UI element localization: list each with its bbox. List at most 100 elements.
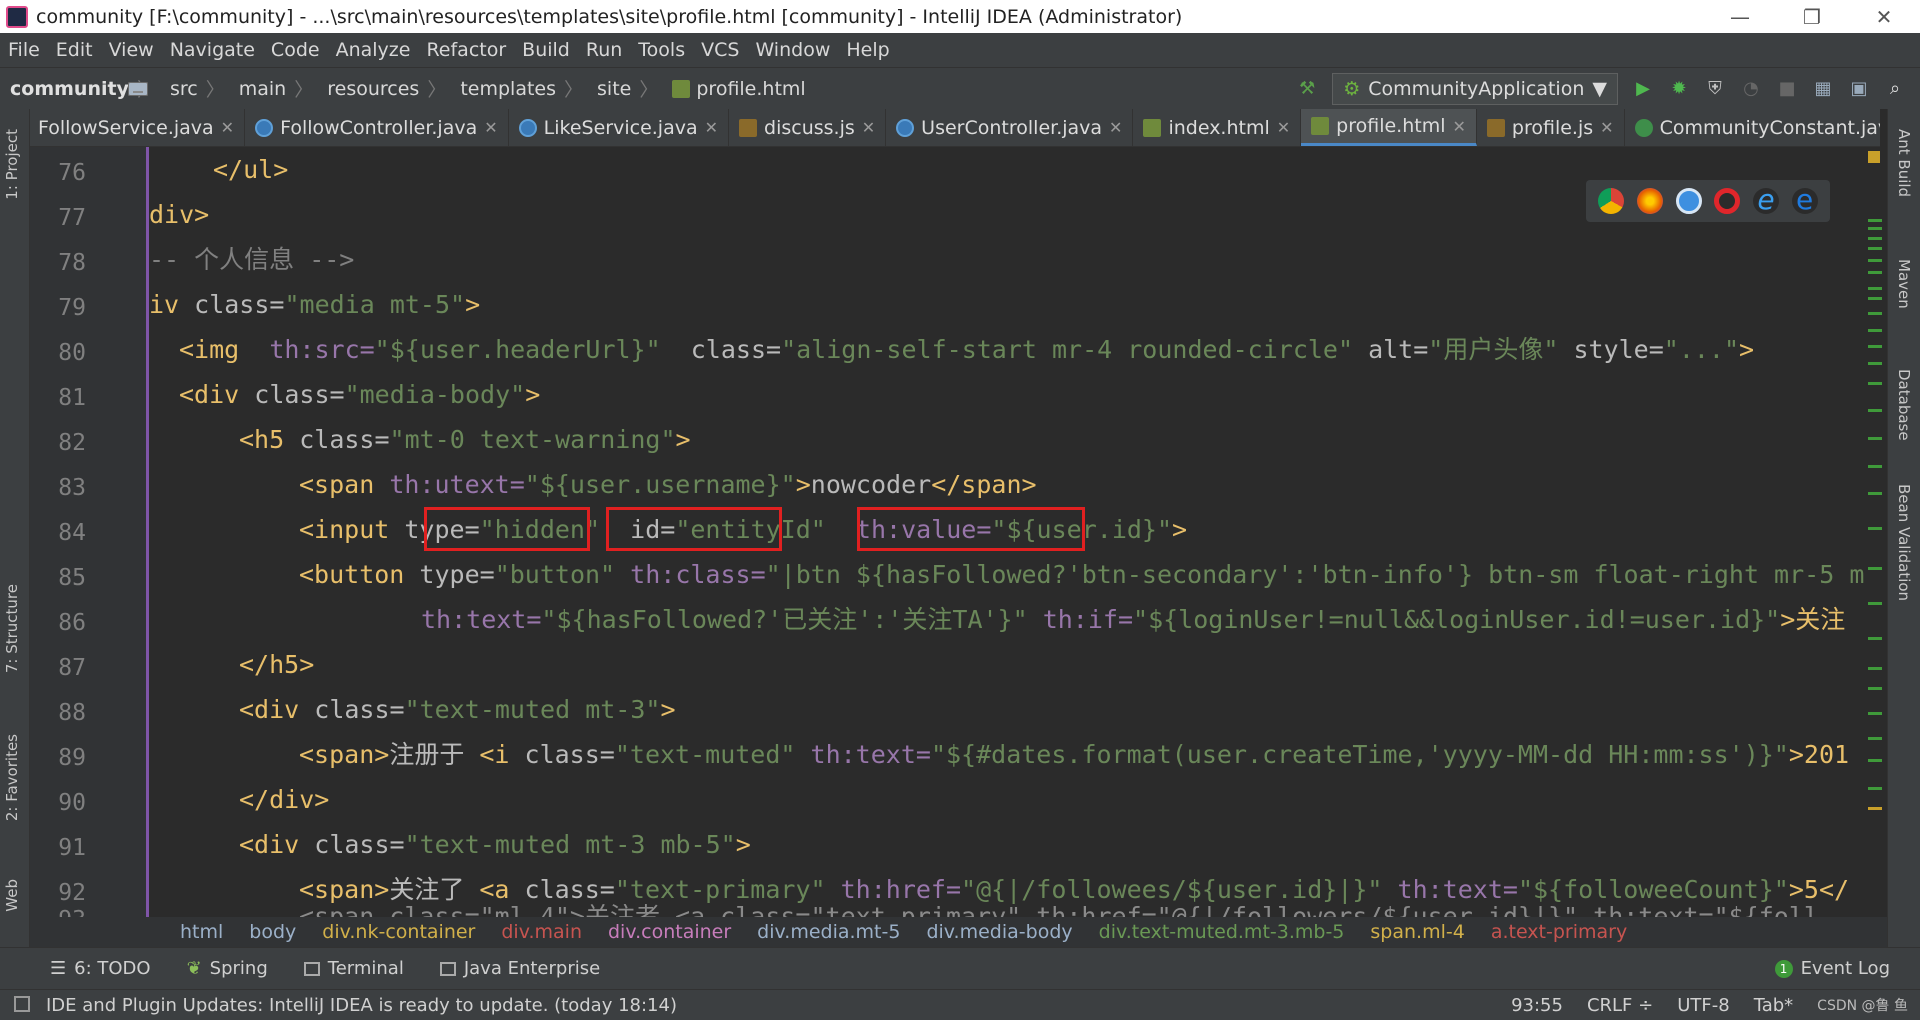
line-number: 78: [58, 250, 86, 276]
menu-analyze[interactable]: Analyze: [328, 39, 419, 61]
tab-usercontroller[interactable]: UserController.java ✕: [886, 109, 1134, 146]
event-log-button[interactable]: 1 Event Log: [1757, 958, 1920, 979]
firefox-icon[interactable]: [1636, 188, 1663, 214]
status-message[interactable]: IDE and Plugin Updates: IntelliJ IDEA is…: [0, 995, 1499, 1016]
file-encoding[interactable]: UTF-8: [1665, 995, 1741, 1016]
watermark: CSDN @鲁 鱼: [1817, 998, 1908, 1014]
run-icon[interactable]: ▶: [1632, 78, 1654, 100]
tag-crumb-body[interactable]: body: [249, 921, 296, 943]
menu-navigate[interactable]: Navigate: [162, 39, 263, 61]
breadcrumb-main[interactable]: main 〉: [128, 75, 318, 102]
todo-label: 6: TODO: [74, 958, 151, 979]
menu-code[interactable]: Code: [263, 39, 328, 61]
web-tool-button[interactable]: Web: [3, 879, 21, 912]
breadcrumb-site[interactable]: site 〉: [128, 75, 662, 102]
spring-boot-icon: ⚙: [1343, 77, 1361, 100]
tag-crumb-a[interactable]: a.text-primary: [1491, 921, 1627, 943]
structure-tool-button[interactable]: 7: Structure: [3, 584, 21, 673]
breadcrumb-profile-html[interactable]: profile.html: [662, 78, 809, 100]
favorites-tool-button[interactable]: 2: Favorites: [3, 734, 21, 821]
close-icon[interactable]: ✕: [862, 118, 875, 137]
menu-window[interactable]: Window: [747, 39, 838, 61]
close-icon[interactable]: ✕: [1109, 118, 1122, 137]
menu-file[interactable]: File: [0, 39, 48, 61]
tag-crumb-container[interactable]: div.container: [608, 921, 731, 943]
breadcrumb-label: community: [10, 77, 129, 100]
close-icon[interactable]: ✕: [705, 118, 718, 137]
tag-crumb-main[interactable]: div.main: [501, 921, 582, 943]
close-button[interactable]: ✕: [1848, 0, 1920, 33]
menu-vcs[interactable]: VCS: [693, 39, 747, 61]
menu-edit[interactable]: Edit: [48, 39, 101, 61]
tab-profile-js[interactable]: profile.js ✕: [1477, 109, 1625, 146]
line-separator[interactable]: CRLF ÷: [1575, 995, 1665, 1016]
editor-error-stripe[interactable]: [1864, 147, 1887, 917]
project-tool-button[interactable]: 1: Project: [3, 129, 21, 200]
presentation-icon[interactable]: ▣: [1848, 78, 1870, 100]
tab-followservice[interactable]: FollowService.java ✕: [30, 109, 246, 146]
tag-crumb-media-body[interactable]: div.media-body: [926, 921, 1072, 943]
terminal-tool-button[interactable]: Terminal: [286, 958, 422, 979]
java-enterprise-tool-button[interactable]: Java Enterprise: [422, 958, 618, 979]
close-icon[interactable]: ✕: [1277, 118, 1290, 137]
breadcrumb-resources[interactable]: resources 〉: [128, 75, 450, 102]
safari-icon[interactable]: [1675, 188, 1702, 214]
tab-index-html[interactable]: index.html ✕: [1133, 109, 1302, 146]
tag-crumb-nk-container[interactable]: div.nk-container: [322, 921, 475, 943]
minimize-button[interactable]: —: [1704, 0, 1776, 33]
database-tool-button[interactable]: Database: [1895, 369, 1913, 441]
restore-button[interactable]: ❐: [1776, 0, 1848, 33]
tab-likeservice[interactable]: LikeService.java ✕: [509, 109, 730, 146]
code-line-78: -- 个人信息 -->: [149, 245, 355, 274]
menu-view[interactable]: View: [101, 39, 162, 61]
breadcrumb-templates[interactable]: templates 〉: [128, 75, 587, 102]
project-structure-icon[interactable]: ▦: [1812, 78, 1834, 100]
debug-icon[interactable]: ✹: [1668, 78, 1690, 100]
annotation-box-th-value: [857, 507, 1085, 551]
tab-label: FollowService.java: [38, 116, 214, 139]
edge-icon[interactable]: e: [1791, 186, 1818, 214]
indent-setting[interactable]: Tab*: [1742, 995, 1805, 1016]
tab-followcontroller[interactable]: FollowController.java ✕: [245, 109, 509, 146]
stop-icon[interactable]: ■: [1776, 78, 1798, 100]
menu-tools[interactable]: Tools: [630, 39, 693, 61]
profiler-icon[interactable]: ◔: [1740, 78, 1762, 100]
maven-tool-button[interactable]: Maven: [1895, 259, 1913, 309]
menu-refactor[interactable]: Refactor: [418, 39, 514, 61]
internet-explorer-icon[interactable]: e: [1752, 186, 1779, 214]
warning-marker[interactable]: [1868, 151, 1880, 163]
coverage-icon[interactable]: ⛨: [1704, 78, 1726, 100]
tab-discuss-js[interactable]: discuss.js ✕: [729, 109, 887, 146]
tab-profile-html[interactable]: profile.html ✕: [1301, 109, 1477, 146]
chrome-icon[interactable]: [1598, 188, 1625, 214]
line-number: 84: [58, 520, 86, 546]
breadcrumb-label: templates: [460, 77, 556, 100]
caret-position[interactable]: 93:55: [1499, 995, 1575, 1016]
tab-label: CommunityConstant.java: [1659, 116, 1880, 139]
opera-icon[interactable]: [1714, 188, 1741, 214]
menu-build[interactable]: Build: [514, 39, 578, 61]
bean-validation-tool-button[interactable]: Bean Validation: [1895, 484, 1913, 601]
run-configuration-label: CommunityApplication: [1368, 77, 1585, 100]
code-editor[interactable]: </ul> div> -- 个人信息 --> iv class="media m…: [149, 147, 1877, 917]
close-icon[interactable]: ✕: [484, 118, 497, 137]
menu-run[interactable]: Run: [578, 39, 630, 61]
close-icon[interactable]: ✕: [221, 118, 234, 137]
title-bar: community [F:\community] - ...\src\main\…: [0, 0, 1920, 33]
run-configuration-select[interactable]: ⚙ CommunityApplication ▼: [1332, 72, 1618, 105]
tag-crumb-html[interactable]: html: [180, 921, 223, 943]
status-toggle-icon[interactable]: [14, 996, 30, 1012]
spring-tool-button[interactable]: ❦ Spring: [169, 958, 286, 979]
build-hammer-icon[interactable]: ⚒: [1296, 78, 1318, 100]
tab-communityconstant[interactable]: CommunityConstant.java✕: [1625, 109, 1880, 146]
tag-crumb-text-muted[interactable]: div.text-muted.mt-3.mb-5: [1099, 921, 1345, 943]
ant-build-tool-button[interactable]: Ant Build: [1895, 129, 1913, 197]
close-icon[interactable]: ✕: [1600, 118, 1613, 137]
search-everywhere-icon[interactable]: ⌕: [1884, 78, 1906, 100]
breadcrumb-src[interactable]: src 〉: [128, 75, 229, 102]
todo-tool-button[interactable]: ☰ 6: TODO: [0, 958, 169, 979]
tag-crumb-span[interactable]: span.ml-4: [1370, 921, 1464, 943]
menu-help[interactable]: Help: [838, 39, 897, 61]
close-icon[interactable]: ✕: [1453, 117, 1466, 136]
tag-crumb-media[interactable]: div.media.mt-5: [757, 921, 900, 943]
